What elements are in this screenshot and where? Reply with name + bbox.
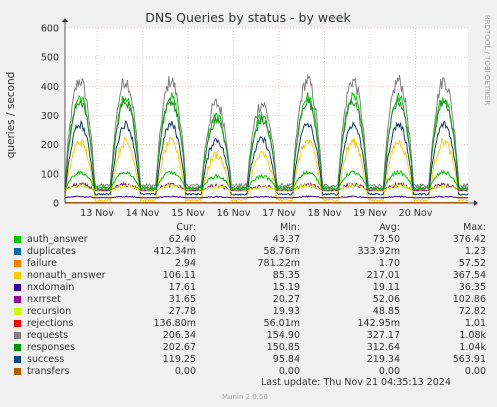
x-tick-label: 20 Nov bbox=[399, 208, 433, 219]
x-tick-label: 13 Nov bbox=[80, 208, 114, 219]
y-tick-label: 600 bbox=[41, 24, 59, 35]
x-axis-arrow bbox=[474, 200, 478, 206]
y-axis-arrow bbox=[62, 18, 68, 22]
y-tick-label: 400 bbox=[41, 82, 59, 93]
y-tick-label: 500 bbox=[41, 53, 59, 64]
side-label: RRDTOOL / TOBI OETIKER bbox=[483, 15, 491, 105]
y-tick-label: 0 bbox=[53, 199, 59, 210]
x-tick-label: 19 Nov bbox=[353, 208, 387, 219]
chart: DNS Queries by status - by week queries … bbox=[5, 10, 491, 219]
last-update: Last update: Thu Nov 21 04:35:13 2024 bbox=[261, 377, 451, 388]
y-tick-label: 200 bbox=[41, 140, 59, 151]
x-tick-label: 14 Nov bbox=[126, 208, 160, 219]
chart-title: DNS Queries by status - by week bbox=[145, 10, 351, 25]
y-tick-label: 300 bbox=[41, 111, 59, 122]
x-tick-label: 15 Nov bbox=[171, 208, 205, 219]
y-tick-label: 100 bbox=[41, 169, 59, 180]
x-tick-label: 16 Nov bbox=[217, 208, 251, 219]
munin-version: Munin 2.0.56 bbox=[222, 393, 268, 401]
x-tick-label: 18 Nov bbox=[308, 208, 342, 219]
x-tick-label: 17 Nov bbox=[262, 208, 296, 219]
y-axis-label: queries / second bbox=[5, 72, 17, 159]
